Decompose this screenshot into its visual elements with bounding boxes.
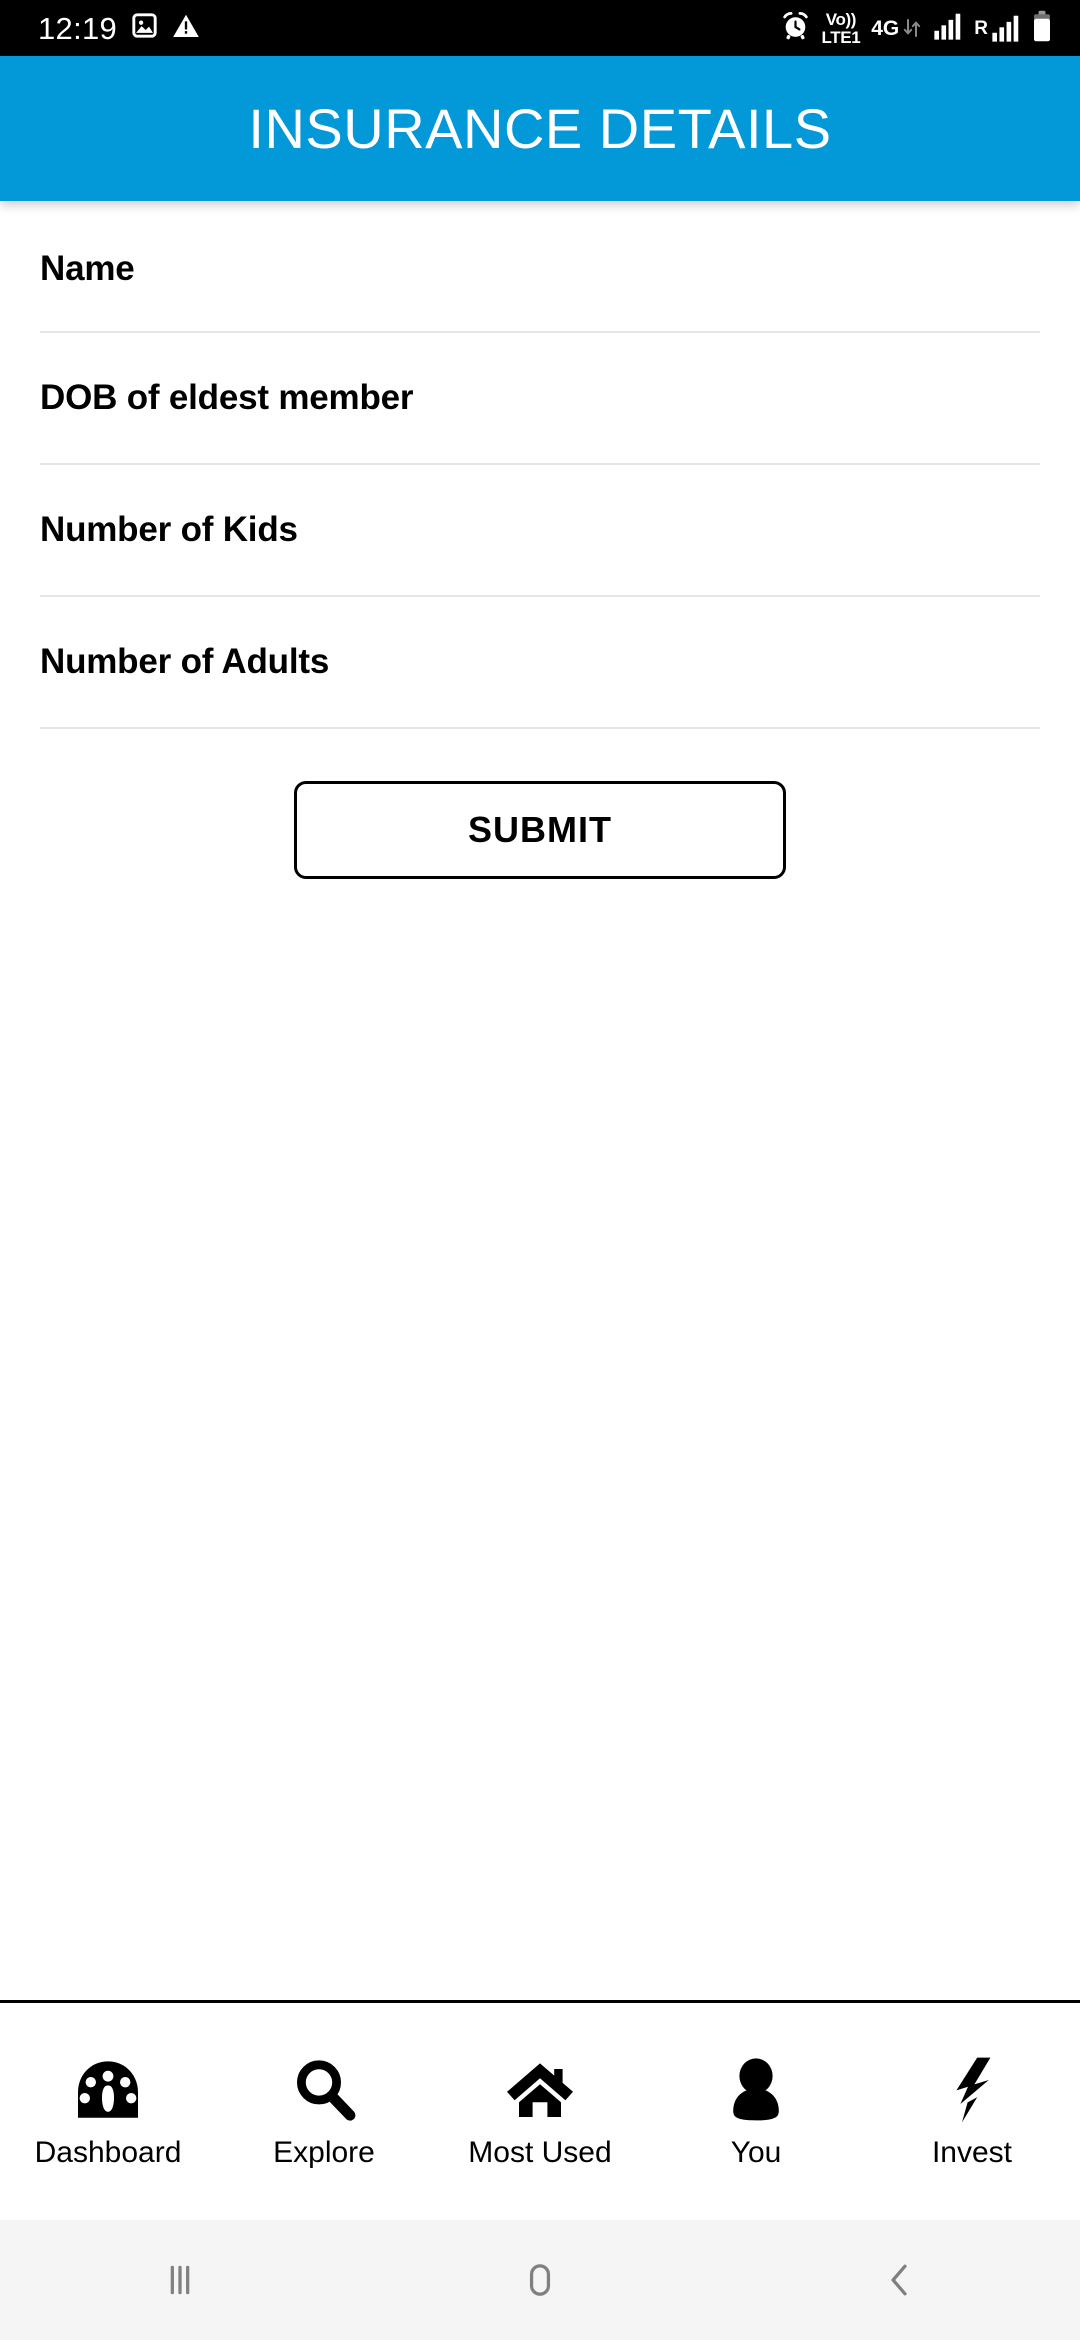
form-field-kids[interactable]: Number of Kids [40, 465, 1040, 597]
recents-button[interactable] [0, 2257, 360, 2303]
field-label-kids: Number of Kids [40, 509, 298, 549]
status-bar-right: Vo)) LTE1 4G R [780, 10, 1052, 47]
submit-button-container: SUBMIT [40, 729, 1040, 879]
roaming-label: R [974, 17, 988, 39]
home-button[interactable] [360, 2257, 720, 2303]
nav-label-dashboard: Dashboard [34, 2135, 182, 2169]
nav-item-dashboard[interactable]: Dashboard [0, 2003, 216, 2220]
data-transfer-arrows-icon [904, 19, 921, 37]
android-system-navigation-bar [0, 2220, 1080, 2340]
image-icon [131, 12, 158, 44]
bottom-navigation-bar: Dashboard Explore Most Used You Invest [0, 2000, 1080, 2220]
phone-screen: 12:19 Vo)) LTE1 4G R INSURANCE DETAILS N… [0, 0, 1080, 2340]
nav-label-invest: Invest [931, 2135, 1013, 2169]
nav-label-most-used: Most Used [468, 2135, 612, 2169]
field-label-adults: Number of Adults [40, 641, 330, 681]
warning-triangle-icon [172, 12, 200, 45]
speedometer-icon [74, 2056, 142, 2124]
network-type-label: 4G [871, 16, 900, 40]
nav-item-most-used[interactable]: Most Used [432, 2003, 648, 2220]
submit-button[interactable]: SUBMIT [294, 781, 786, 879]
nav-label-explore: Explore [273, 2135, 375, 2169]
status-bar-left: 12:19 [38, 12, 200, 45]
volte-top-label: Vo)) [825, 9, 857, 29]
back-button[interactable] [720, 2257, 1080, 2303]
nav-label-you: You [730, 2135, 782, 2169]
lightning-bolt-icon [950, 2056, 994, 2124]
volte-bottom-label: LTE1 [821, 27, 861, 47]
data-network-icon: 4G [871, 16, 922, 40]
magnifier-icon [292, 2056, 356, 2124]
status-bar: 12:19 Vo)) LTE1 4G R [0, 0, 1080, 56]
field-label-dob: DOB of eldest member [40, 377, 414, 417]
form-field-name[interactable]: Name [40, 201, 1040, 333]
nav-item-you[interactable]: You [648, 2003, 864, 2220]
field-label-name: Name [40, 248, 135, 288]
submit-button-label: SUBMIT [468, 809, 612, 850]
page-title: INSURANCE DETAILS [248, 96, 832, 160]
insurance-details-form: Name DOB of eldest member Number of Kids… [0, 201, 1080, 2000]
status-time: 12:19 [38, 10, 118, 46]
roaming-signal-icon: R [974, 14, 1021, 42]
signal-bars-sim1-icon [933, 12, 963, 45]
nav-item-explore[interactable]: Explore [216, 2003, 432, 2220]
person-icon [728, 2056, 784, 2124]
form-field-adults[interactable]: Number of Adults [40, 597, 1040, 729]
alarm-clock-icon [780, 10, 811, 46]
battery-icon [1032, 10, 1052, 47]
app-header-bar: INSURANCE DETAILS [0, 56, 1080, 201]
form-empty-space [40, 879, 1040, 2000]
home-icon [505, 2056, 575, 2124]
form-field-dob[interactable]: DOB of eldest member [40, 333, 1040, 465]
nav-item-invest[interactable]: Invest [864, 2003, 1080, 2220]
volte-icon: Vo)) LTE1 [822, 11, 861, 46]
